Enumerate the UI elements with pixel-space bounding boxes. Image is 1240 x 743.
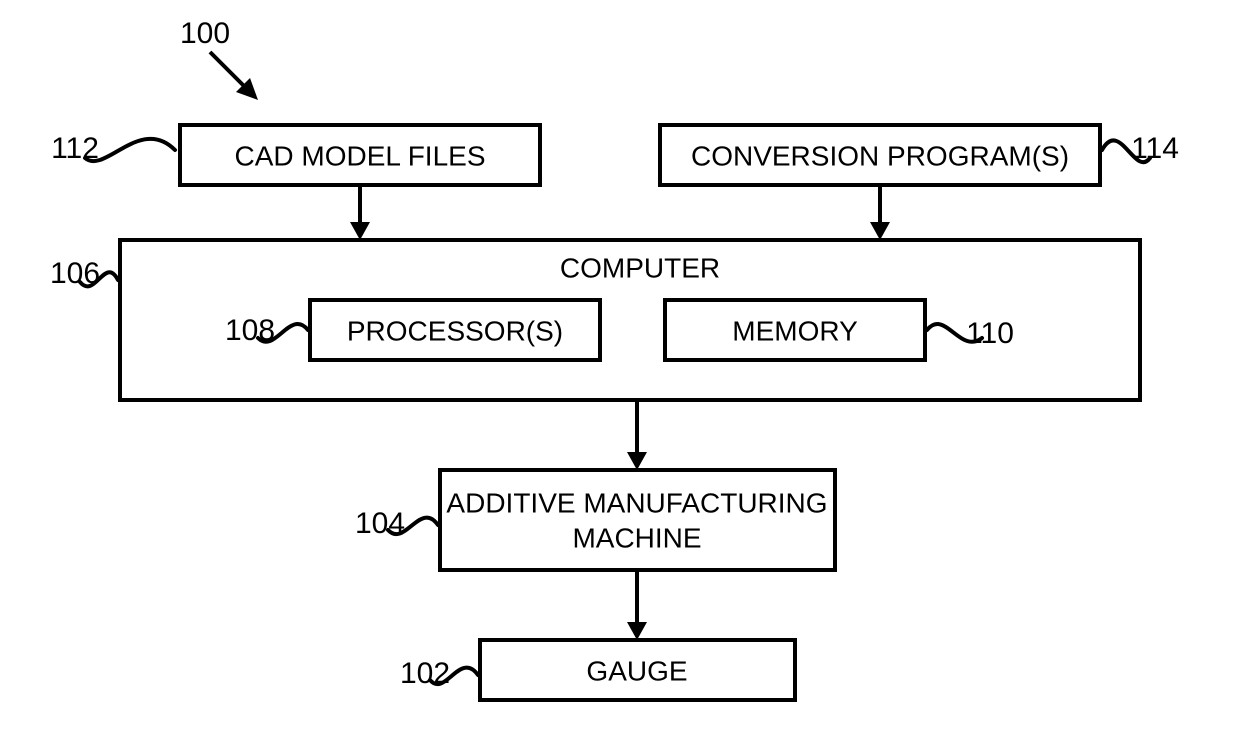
gauge-label: GAUGE bbox=[586, 655, 687, 686]
arrowhead-computer-to-am bbox=[627, 452, 647, 470]
computer-label: COMPUTER bbox=[560, 252, 720, 283]
arrowhead-am-to-gauge bbox=[627, 622, 647, 640]
cad-model-files-label: CAD MODEL FILES bbox=[234, 140, 485, 171]
ref-100-arrow bbox=[210, 52, 248, 90]
additive-mfg-label-line1: ADDITIVE MANUFACTURING bbox=[446, 487, 827, 518]
arrowhead-cad-to-computer bbox=[350, 222, 370, 240]
ref-110: 110 bbox=[966, 317, 1014, 350]
arrowhead-conv-to-computer bbox=[870, 222, 890, 240]
processor-label: PROCESSOR(S) bbox=[347, 315, 563, 346]
additive-mfg-block bbox=[440, 470, 835, 570]
conversion-programs-label: CONVERSION PROGRAM(S) bbox=[691, 140, 1069, 171]
memory-label: MEMORY bbox=[732, 315, 858, 346]
additive-mfg-label-line2: MACHINE bbox=[572, 522, 701, 553]
block-diagram: CAD MODEL FILES CONVERSION PROGRAM(S) CO… bbox=[0, 0, 1240, 743]
ref-102: 102 bbox=[400, 657, 450, 690]
ref-100: 100 bbox=[180, 17, 230, 50]
